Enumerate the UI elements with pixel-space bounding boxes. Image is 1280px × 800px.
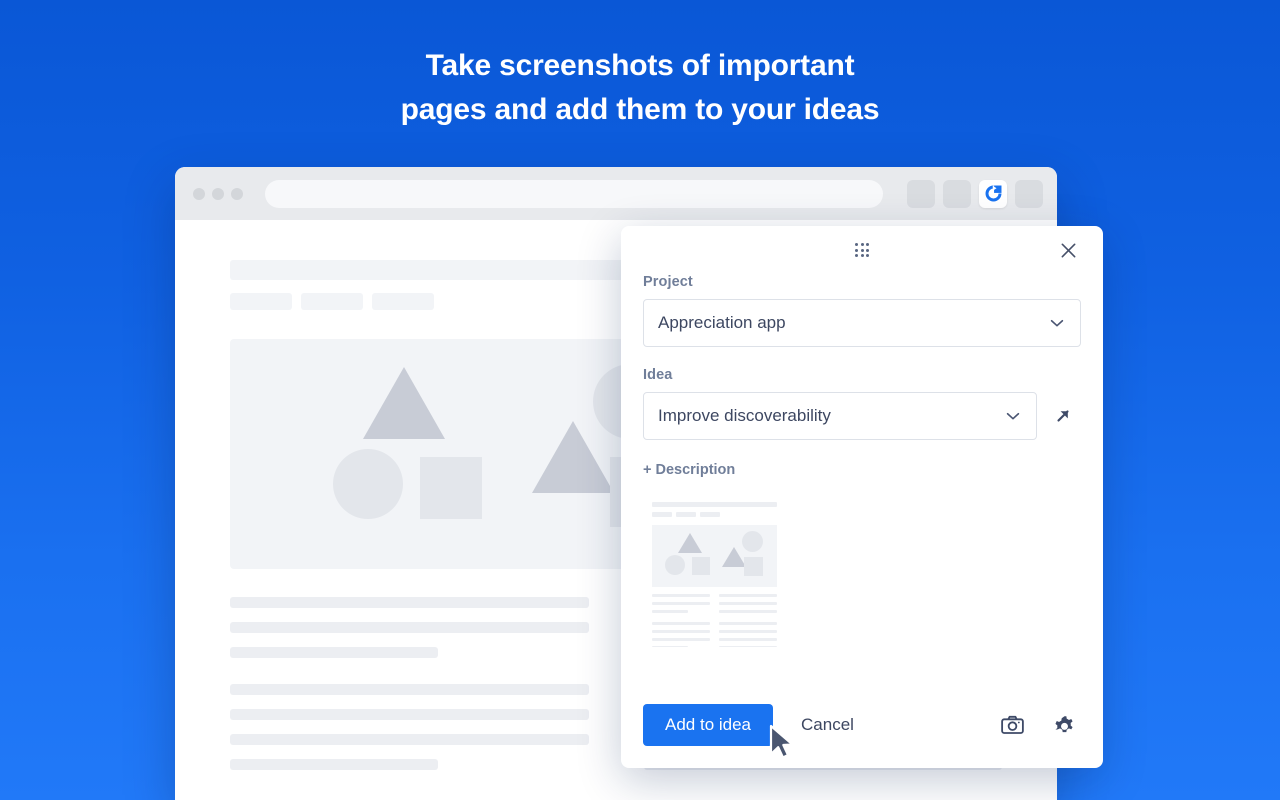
dialog-actions: Add to idea Cancel [643, 704, 1081, 746]
project-field: Project Appreciation app [643, 274, 1081, 347]
triangle-shape [678, 533, 702, 553]
thumb-chip [652, 512, 672, 517]
extension-icon[interactable] [979, 179, 1007, 208]
thumb-line [652, 646, 688, 647]
thumb-line [652, 594, 710, 597]
circle-shape [742, 531, 763, 552]
chevron-glyph [1006, 412, 1020, 420]
thumb-text-columns [652, 594, 777, 647]
square-shape [420, 457, 482, 519]
project-label: Project [643, 274, 693, 290]
placeholder-chip [372, 293, 434, 310]
close-glyph [1061, 243, 1075, 257]
chevron-down-icon [1048, 314, 1066, 332]
circle-shape [333, 449, 403, 519]
idea-select[interactable]: Improve discoverability [643, 392, 1037, 440]
thumb-line [652, 638, 710, 641]
square-shape [692, 557, 710, 575]
project-select[interactable]: Appreciation app [643, 299, 1081, 347]
idea-select-value: Improve discoverability [658, 406, 831, 425]
thumb-hero [652, 525, 777, 587]
add-to-idea-dialog: Project Appreciation app Idea Improve di… [621, 226, 1103, 768]
toolbar-button-2[interactable] [943, 179, 971, 208]
toolbar-button-1[interactable] [907, 179, 935, 208]
placeholder-line [230, 647, 438, 658]
headline-line-1: Take screenshots of important [425, 49, 855, 82]
placeholder-text-column-left [230, 597, 589, 784]
thumb-line [652, 602, 710, 605]
placeholder-chip [301, 293, 363, 310]
minimize-dot[interactable] [212, 187, 224, 200]
circle-shape [665, 555, 685, 575]
project-select-value: Appreciation app [658, 313, 786, 332]
toolbar-button-4[interactable] [1015, 179, 1043, 208]
idea-select-row: Improve discoverability [643, 392, 1081, 440]
page-headline: Take screenshots of important pages and … [0, 44, 1280, 132]
square-shape [744, 557, 763, 576]
idea-field: Idea Improve discoverability [643, 367, 1081, 440]
cancel-button[interactable]: Cancel [791, 715, 864, 735]
thumb-column-left [652, 594, 710, 647]
gear-glyph [1054, 715, 1073, 732]
placeholder-line [230, 622, 589, 633]
thumb-title-bar [652, 502, 777, 507]
placeholder-line [230, 759, 438, 770]
placeholder-chip [230, 293, 292, 310]
idea-label: Idea [643, 367, 673, 383]
thumb-chip-row [652, 512, 777, 517]
thumb-line [719, 622, 777, 625]
traffic-lights [189, 187, 243, 200]
close-dot[interactable] [193, 187, 205, 200]
extension-logo-icon [985, 185, 1001, 202]
triangle-shape [532, 421, 614, 493]
thumb-chip [676, 512, 696, 517]
thumb-line [652, 610, 688, 613]
chevron-glyph [1050, 319, 1064, 327]
placeholder-line [230, 734, 589, 745]
description-toggle[interactable]: + Description [643, 462, 735, 478]
placeholder-line [230, 684, 589, 695]
add-to-idea-button[interactable]: Add to idea [643, 704, 774, 746]
thumb-line [719, 594, 777, 597]
placeholder-line [230, 709, 589, 720]
external-link-arrow-icon[interactable] [1053, 406, 1073, 426]
thumb-line [719, 602, 777, 605]
camera-icon[interactable] [995, 708, 1029, 742]
triangle-shape [722, 547, 746, 567]
close-icon[interactable] [1055, 237, 1081, 263]
arrow-up-right-glyph [1057, 410, 1069, 422]
thumb-chip [700, 512, 720, 517]
placeholder-line [230, 597, 589, 608]
thumb-line [652, 630, 710, 633]
address-bar[interactable] [265, 179, 883, 208]
maximize-dot[interactable] [231, 187, 243, 200]
dialog-header [643, 226, 1081, 274]
thumb-line [652, 622, 710, 625]
camera-glyph [1000, 715, 1024, 734]
thumb-line [719, 630, 777, 633]
headline-line-2: pages and add them to your ideas [400, 93, 880, 126]
chevron-down-icon [1004, 407, 1022, 425]
thumb-line [719, 610, 777, 613]
thumb-column-right [719, 594, 777, 647]
browser-chrome [175, 167, 1057, 220]
screenshot-preview-thumbnail[interactable] [643, 492, 786, 647]
thumb-line [719, 638, 777, 641]
triangle-shape [363, 367, 445, 439]
drag-handle-icon[interactable] [855, 243, 869, 257]
browser-toolbar-actions [907, 179, 1043, 208]
thumb-line [719, 646, 777, 647]
gear-icon[interactable] [1047, 708, 1081, 742]
